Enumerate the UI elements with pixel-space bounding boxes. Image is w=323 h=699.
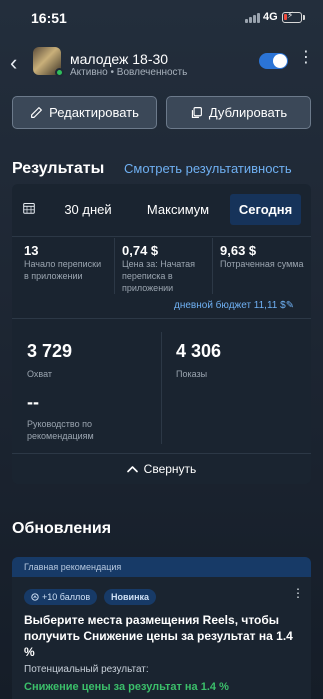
pencil-icon: ✎ [285,300,295,311]
more-options-icon[interactable]: ⋮ [292,586,304,600]
duplicate-button-label: Дублировать [208,105,288,120]
battery-icon: ⚡ [282,10,302,23]
collapse-button[interactable]: Свернуть [12,456,311,482]
guidance-label: Руководство по рекомендациям [27,419,94,441]
divider [161,332,162,444]
campaign-toggle[interactable] [259,53,288,69]
campaign-objective: Вовлеченность [116,67,188,78]
segment-30-days[interactable]: 30 дней [56,194,120,225]
segment-maximum[interactable]: Максимум [138,194,218,225]
daily-budget-link[interactable]: дневной бюджет 11,11 $✎ [174,300,294,311]
segment-today[interactable]: Сегодня [230,194,301,225]
recommendation-header-label: Главная рекомендация [24,562,122,572]
updates-title: Обновления [12,520,112,537]
guidance-value: -- [27,392,39,412]
campaign-subtitle: Активно • Вовлеченность [70,67,187,78]
metric-label: Цена за: Начатая переписка в приложении [122,259,195,293]
copy-icon [191,107,202,118]
new-badge: Новинка [104,589,157,605]
toggle-knob [273,54,287,68]
divider [12,236,311,237]
calendar-icon[interactable] [23,202,35,214]
chevron-up-icon [126,466,138,473]
status-bar: 16:51 4G ⚡ [0,0,323,36]
daily-budget: дневной бюджет 11,11 $ [174,300,286,311]
metric-label: Начало переписки в приложении [24,259,102,281]
divider [12,453,311,454]
points-badge-label: +10 баллов [42,592,91,602]
reach-value: 3 729 [27,341,73,361]
reach-label: Охват [27,369,53,379]
more-options-icon[interactable]: ⋮ [298,50,314,66]
edit-button[interactable]: Редактировать [12,96,157,129]
duplicate-button[interactable]: Дублировать [166,96,311,129]
active-status-dot [55,68,64,77]
potential-result-label: Потенциальный результат: [24,664,149,675]
divider [114,238,115,294]
campaign-name: малодеж 18-30 [70,51,169,67]
collapse-label: Свернуть [143,462,197,476]
subtitle-separator: • [107,67,117,78]
network-type: 4G [263,11,278,23]
metric-value: 9,63 $ [220,243,257,258]
view-performance-link[interactable]: Смотреть результативность [124,161,292,176]
points-icon [31,593,39,601]
battery-cap [303,15,305,20]
metric-label: Потраченная сумма [220,259,304,269]
charging-icon: ⚡ [287,10,294,20]
signal-icon [245,13,260,23]
edit-button-label: Редактировать [49,105,139,120]
metric-value: 13 [24,243,39,258]
divider [12,318,311,319]
points-badge: +10 баллов [24,589,98,605]
impressions-value: 4 306 [176,341,222,361]
metric-value: 0,74 $ [122,243,159,258]
results-title: Результаты [12,160,105,177]
pencil-icon [31,107,43,118]
status-time: 16:51 [31,10,67,26]
divider [212,238,213,294]
campaign-status: Активно [70,67,108,78]
recommendation-text: Выберите места размещения Reels, чтобы п… [24,613,293,659]
impressions-label: Показы [176,369,208,379]
potential-result-value: Снижение цены за результат на 1.4 % [24,681,229,693]
back-chevron-icon[interactable]: ‹ [10,52,17,74]
